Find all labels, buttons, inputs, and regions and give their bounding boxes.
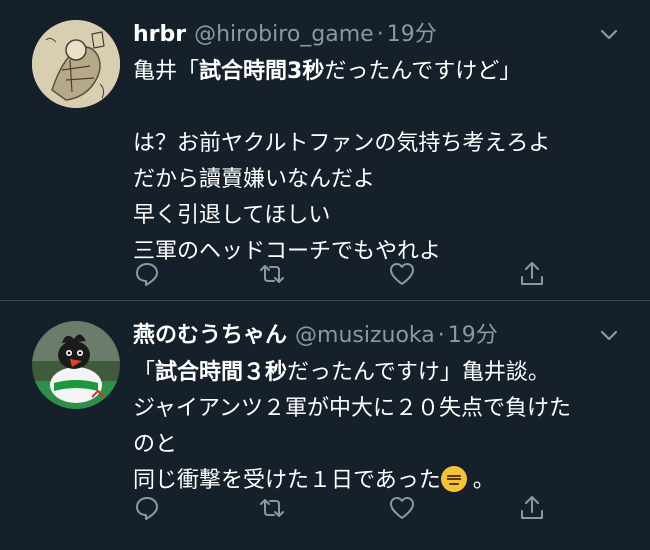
reply-icon[interactable] [133, 494, 161, 522]
display-name[interactable]: hrbr [133, 20, 186, 50]
tweet-text-line: だから讀賣嫌いなんだよ [133, 167, 376, 192]
tweet-text-line: ジャイアンツ２軍が中大に２０失点で負けた [133, 396, 572, 421]
expressionless-face-icon [440, 466, 467, 492]
tweet-text-line [133, 90, 623, 126]
user-handle[interactable]: @musizuoka [295, 321, 435, 351]
avatar[interactable] [32, 321, 120, 409]
retweet-icon[interactable] [258, 494, 286, 522]
tweet[interactable]: 燕のむうちゃん @musizuoka · 19分 「試合時間３秒だったんですけ」… [0, 301, 650, 550]
separator: · [437, 323, 445, 348]
display-name[interactable]: 燕のむうちゃん [133, 321, 287, 351]
retweet-icon[interactable] [258, 260, 286, 288]
tweet-text: 亀井「試合時間3秒だったんですけど」 は？お前ヤクルトファンの気持ち考えろよ だ… [133, 54, 623, 270]
tweet-text-line: 亀井「試合時間3秒だったんですけど」 [133, 59, 522, 84]
reply-icon[interactable] [133, 260, 161, 288]
tweet-text-line: 早く引退してほしい [133, 203, 331, 228]
chevron-down-icon[interactable] [598, 24, 620, 46]
tweet-header: 燕のむうちゃん @musizuoka · 19分 [133, 321, 498, 351]
tweet-text: 「試合時間３秒だったんですけ」亀井談。 ジャイアンツ２軍が中大に２０失点で負けた… [133, 355, 623, 499]
timestamp[interactable]: 19分 [387, 20, 437, 50]
chevron-down-icon[interactable] [598, 325, 620, 347]
share-icon[interactable] [518, 494, 546, 522]
tweet-actions [133, 494, 553, 524]
tweet-header: hrbr @hirobiro_game · 19分 [133, 20, 437, 50]
like-icon[interactable] [388, 260, 416, 288]
separator: · [376, 22, 384, 47]
tweet[interactable]: hrbr @hirobiro_game · 19分 亀井「試合時間3秒だったんで… [0, 0, 650, 300]
timestamp[interactable]: 19分 [448, 321, 498, 351]
tweet-text-line: のと [133, 432, 178, 457]
avatar[interactable] [32, 20, 120, 108]
tweet-actions [133, 260, 553, 290]
tweet-text-line: 「試合時間３秒だったんですけ」亀井談。 [133, 360, 550, 385]
tweet-text-line: は？お前ヤクルトファンの気持ち考えろよ [133, 131, 551, 156]
user-handle[interactable]: @hirobiro_game [194, 20, 374, 50]
like-icon[interactable] [388, 494, 416, 522]
share-icon[interactable] [518, 260, 546, 288]
timeline: hrbr @hirobiro_game · 19分 亀井「試合時間3秒だったんで… [0, 0, 650, 550]
